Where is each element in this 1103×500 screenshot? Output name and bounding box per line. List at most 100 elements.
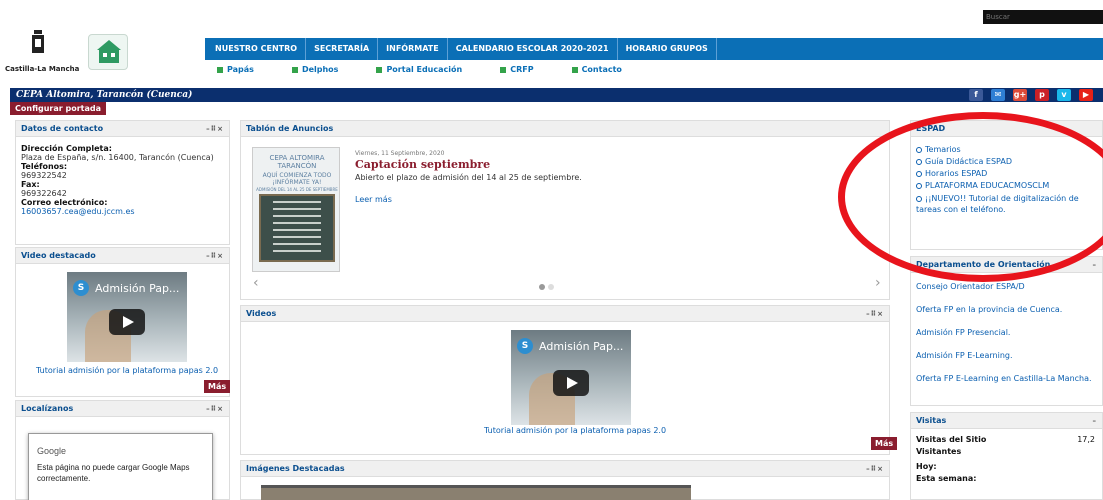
square-bullet-icon (500, 66, 507, 73)
play-icon[interactable] (109, 309, 145, 335)
facebook-icon[interactable]: f (969, 89, 983, 101)
imagenes-panel: Imágenes Destacadas –⠿× (240, 460, 890, 500)
configurar-portada-button[interactable]: Configurar portada (10, 102, 107, 115)
videos-panel: Videos –⠿× S Admisión Pap... Tutorial adm… (240, 305, 898, 455)
subnav-label: Contacto (581, 65, 622, 74)
video-caption-link[interactable]: Tutorial admisión por la plataforma papa… (484, 426, 666, 435)
subnav-contacto[interactable]: Contacto (571, 63, 622, 77)
video-caption-link[interactable]: Tutorial admisión por la plataforma papa… (36, 366, 218, 375)
visitas-sitio-row: Visitas del Sitio 17,2 (916, 435, 1095, 444)
panel-controls-icon[interactable]: –⠿× (866, 306, 884, 322)
orientacion-list: Consejo Orientador ESPA/D Oferta FP en l… (911, 273, 1102, 402)
visitas-panel: Visitas – Visitas del Sitio 17,2 Visitante… (910, 412, 1103, 500)
panel-title: Videos (246, 309, 277, 318)
leer-mas-link[interactable]: Leer más (355, 195, 392, 204)
email-label: Correo electrónico: (21, 198, 108, 207)
announcement-text: Abierto el plazo de admisión del 14 al 2… (355, 173, 582, 182)
pinterest-icon[interactable]: p (1035, 89, 1049, 101)
direccion-value: Plaza de España, s/n. 16400, Tarancón (C… (21, 153, 214, 162)
map-placeholder: Google Esta página no puede cargar Googl… (28, 433, 213, 500)
panel-header: Video destacado –⠿× (16, 248, 229, 264)
logo-area[interactable]: Castilla-La Mancha (0, 30, 205, 80)
carousel-dot[interactable] (548, 284, 554, 290)
panel-header: Imágenes Destacadas –⠿× (241, 461, 889, 477)
mas-button[interactable]: Más (871, 437, 898, 450)
subnav-crfp[interactable]: CRFP (500, 63, 534, 77)
panel-controls-icon[interactable]: –⠿× (206, 248, 224, 264)
sub-nav: Papás Delphos Portal Educación CRFP Cont… (205, 63, 1103, 77)
panel-header: Videos –⠿× (241, 306, 889, 322)
nav-item-informate[interactable]: INFÓRMATE (378, 38, 448, 60)
play-icon[interactable] (553, 369, 589, 396)
panel-controls-icon[interactable]: –⠿× (866, 461, 884, 477)
panel-controls-icon[interactable]: –⠿× (206, 401, 224, 417)
panel-header: Visitas – (911, 413, 1102, 429)
poster-subtitle: ADMISIÓN DEL 14 AL 25 DE SEPTIEMBRE (256, 187, 338, 192)
subnav-delphos[interactable]: Delphos (291, 63, 338, 77)
panel-title: Imágenes Destacadas (246, 464, 345, 473)
square-bullet-icon (571, 66, 578, 73)
logo-text: Castilla-La Mancha (5, 65, 80, 73)
panel-controls-icon[interactable]: – (1093, 413, 1098, 429)
search-input[interactable] (983, 10, 1103, 24)
orient-item[interactable]: Oferta FP E-Learning en Castilla-La Manc… (916, 374, 1097, 383)
visitas-sitio-value: 17,2 (1077, 435, 1095, 444)
orient-item[interactable]: Admisión FP E-Learning. (916, 351, 1097, 360)
subnav-label: CRFP (510, 65, 534, 74)
subnav-label: Portal Educación (386, 65, 463, 74)
localizanos-panel: Localízanos –⠿× Google Esta página no pue… (15, 400, 230, 500)
panel-title: Localízanos (21, 404, 74, 413)
channel-icon: S (517, 338, 533, 354)
subnav-portal[interactable]: Portal Educación (376, 63, 462, 77)
carousel-dot-active[interactable] (539, 284, 545, 290)
orient-item[interactable]: Oferta FP en la provincia de Cuenca. (916, 305, 1097, 314)
orient-item[interactable]: Consejo Orientador ESPA/D (916, 282, 1097, 291)
announcement-poster[interactable]: CEPA ALTOMIRA TARANCÓN AQUÍ COMIENZA TOD… (252, 147, 340, 272)
featured-image[interactable] (261, 485, 691, 500)
youtube-icon[interactable]: ▶ (1079, 89, 1093, 101)
video-thumbnail[interactable]: S Admisión Pap... (67, 272, 187, 362)
announcement-headline[interactable]: Captación septiembre (355, 158, 490, 171)
googleplus-icon[interactable]: g+ (1013, 89, 1027, 101)
video-destacado-panel: Video destacado –⠿× S Admisión Pap... Tut… (15, 247, 231, 397)
semana-label: Esta semana: (916, 474, 977, 483)
telefonos-label: Teléfonos: (21, 162, 68, 171)
channel-icon: S (73, 280, 89, 296)
panel-header: Localízanos –⠿× (16, 401, 229, 417)
poster-title: TARANCÓN (277, 162, 317, 170)
google-label: Google (37, 446, 67, 456)
next-arrow-icon[interactable]: › (875, 275, 881, 291)
square-bullet-icon (217, 66, 223, 73)
poster-subtitle: ¡INFÓRMATE YA! (272, 179, 322, 186)
crest-icon (32, 30, 44, 53)
email-icon[interactable]: ✉ (991, 89, 1005, 101)
video-thumbnail[interactable]: S Admisión Pap... (511, 330, 631, 425)
nav-item-nuestro-centro[interactable]: NUESTRO CENTRO (205, 38, 307, 60)
vimeo-icon[interactable]: v (1057, 89, 1071, 101)
hoy-label: Hoy: (916, 462, 937, 471)
telefono-value: 969322542 (21, 171, 67, 180)
mas-button[interactable]: Más (204, 380, 231, 393)
panel-header: Tablón de Anuncios (241, 121, 889, 137)
panel-controls-icon[interactable]: –⠿× (206, 121, 224, 137)
poster-subtitle: AQUÍ COMIENZA TODO (262, 172, 332, 179)
panel-controls-icon[interactable]: – (1093, 257, 1098, 273)
panel-title: Visitas (916, 416, 947, 425)
subnav-papas[interactable]: Papás (217, 63, 254, 77)
main-nav: NUESTRO CENTRO SECRETARÍA INFÓRMATE CALE… (205, 38, 1103, 60)
nav-item-horario[interactable]: HORARIO GRUPOS (618, 38, 717, 60)
video-title: Admisión Pap... (539, 340, 624, 353)
prev-arrow-icon[interactable]: ‹ (253, 275, 259, 291)
nav-item-secretaria[interactable]: SECRETARÍA (306, 38, 379, 60)
map-error-message: Esta página no puede cargar Google Maps … (37, 463, 190, 483)
poster-title: CEPA ALTOMIRA (269, 154, 325, 162)
square-bullet-icon (291, 66, 298, 73)
nav-item-calendario[interactable]: CALENDARIO ESCOLAR 2020-2021 (448, 38, 618, 60)
contact-panel: Datos de contacto –⠿× Dirección Completa:… (15, 120, 230, 245)
email-link[interactable]: 16003657.cea@edu.jccm.es (21, 207, 224, 216)
fax-value: 969322642 (21, 189, 67, 198)
chalkboard (259, 194, 335, 262)
orient-item[interactable]: Admisión FP Presencial. (916, 328, 1097, 337)
square-bullet-icon (376, 66, 383, 73)
visitantes-label: Visitantes (916, 447, 962, 456)
